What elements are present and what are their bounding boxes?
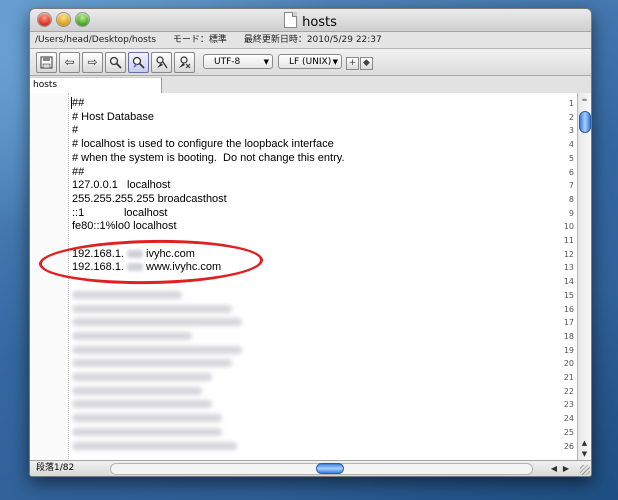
document-icon xyxy=(284,12,298,28)
resize-grip-icon[interactable] xyxy=(580,465,590,475)
code-line: # when the system is booting. Do not cha… xyxy=(72,151,345,164)
code-line: ::1 localhost xyxy=(72,206,168,219)
find-replace-button[interactable] xyxy=(128,52,149,73)
chevron-down-icon: ▼ xyxy=(263,58,269,66)
redacted-entry xyxy=(72,400,212,409)
back-button[interactable]: ⇦ xyxy=(59,52,80,73)
find-icon xyxy=(109,56,122,69)
back-icon: ⇦ xyxy=(64,55,75,69)
redacted-entry xyxy=(72,290,182,299)
tab-hosts[interactable]: hosts xyxy=(30,77,162,93)
code-line xyxy=(72,426,574,440)
code-line xyxy=(72,440,574,454)
code-line xyxy=(72,357,574,371)
code-line: # localhost is used to configure the loo… xyxy=(72,138,334,151)
code-line xyxy=(72,398,574,412)
code-line xyxy=(72,385,574,399)
script-icon xyxy=(179,56,191,69)
horizontal-scroll-thumb[interactable] xyxy=(316,463,344,474)
code-line xyxy=(72,330,574,344)
scroll-left-arrow-icon[interactable]: ◀ xyxy=(551,462,557,476)
forward-icon: ⇨ xyxy=(87,55,98,69)
save-button[interactable] xyxy=(36,52,57,73)
code-line xyxy=(72,344,574,358)
redacted-entry xyxy=(72,427,222,436)
tools-button[interactable] xyxy=(151,52,172,73)
find-replace-icon xyxy=(132,56,145,69)
code-line xyxy=(72,303,574,317)
redacted-entry xyxy=(72,331,192,340)
mode-indicator: モード：標準 xyxy=(172,35,227,45)
diamond-icon: ◆ xyxy=(363,58,370,68)
redacted-entry xyxy=(72,359,232,368)
line-ending-value: LF (UNIX) xyxy=(289,57,332,67)
script-button[interactable] xyxy=(174,52,195,73)
window-title: hosts xyxy=(302,15,337,30)
code-line xyxy=(72,371,574,385)
tools-icon xyxy=(156,56,168,69)
redacted-entry xyxy=(72,318,242,327)
code-line: ## xyxy=(72,165,85,178)
status-bar: 段落1/82 ◀ ▶ xyxy=(30,460,591,476)
redacted-entry xyxy=(72,304,232,313)
title-bar[interactable]: hosts xyxy=(30,9,591,32)
toolbar: ⇦ ⇨ UTF-8 ▼ LF (UNIX) ▼ + ◆ xyxy=(30,49,591,76)
code-line: # Host Database xyxy=(72,110,154,123)
scroll-right-arrow-icon[interactable]: ▶ xyxy=(563,462,569,476)
encoding-select[interactable]: UTF-8 ▼ xyxy=(203,54,273,69)
code-line xyxy=(72,412,574,426)
code-line: 255.255.255.255 broadcasthost xyxy=(72,192,227,205)
vertical-scrollbar[interactable]: ═ ▲ ▼ xyxy=(577,93,591,461)
code-line: fe80::1%lo0 localhost xyxy=(72,220,177,233)
line-ending-select[interactable]: LF (UNIX) ▼ xyxy=(278,54,342,69)
code-line xyxy=(72,316,574,330)
file-info-bar: /Users/head/Desktop/hosts モード：標準 最終更新日時：… xyxy=(30,32,591,49)
code-line: 127.0.0.1 localhost xyxy=(72,179,171,192)
code-line: ## xyxy=(72,97,85,109)
forward-button[interactable]: ⇨ xyxy=(82,52,103,73)
split-view-icon[interactable]: ═ xyxy=(578,95,591,106)
chevron-down-icon: ▼ xyxy=(332,58,338,66)
marker-button[interactable]: ◆ xyxy=(360,57,373,70)
scroll-down-arrow-icon[interactable]: ▼ xyxy=(578,449,591,460)
redacted-entry xyxy=(72,373,212,382)
find-button[interactable] xyxy=(105,52,126,73)
scroll-up-arrow-icon[interactable]: ▲ xyxy=(578,438,591,449)
vertical-scroll-thumb[interactable] xyxy=(579,111,591,133)
tab-bar: hosts xyxy=(30,76,591,94)
redacted-entry xyxy=(72,345,242,354)
redacted-entry xyxy=(72,386,202,395)
code-line: # xyxy=(72,124,79,137)
horizontal-scrollbar[interactable] xyxy=(110,463,533,475)
redacted-entry xyxy=(72,441,237,450)
plus-icon: + xyxy=(348,58,357,68)
paragraph-indicator: 段落1/82 xyxy=(36,463,75,473)
hosts-editor-window: hosts /Users/head/Desktop/hosts モード：標準 最… xyxy=(29,8,592,477)
save-icon xyxy=(40,56,53,69)
text-editor[interactable]: 1 ## 2 # Host Database 3 #4 # localhost is use… xyxy=(30,93,578,461)
encoding-value: UTF-8 xyxy=(214,57,241,67)
code-line xyxy=(72,289,574,303)
last-modified: 最終更新日時：2010/5/29 22:37 xyxy=(243,35,382,45)
tab-label: hosts xyxy=(33,80,58,90)
redacted-entry xyxy=(72,414,222,423)
window-title-group: hosts xyxy=(30,12,591,30)
add-button[interactable]: + xyxy=(346,57,359,70)
file-path: /Users/head/Desktop/hosts xyxy=(35,35,157,45)
